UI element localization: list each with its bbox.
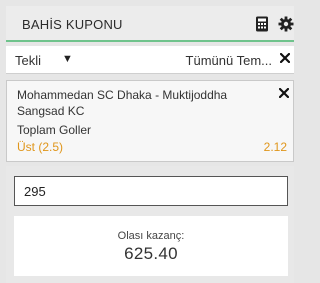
bet-type-row: Tekli ▼ Tümünü Tem...: [6, 46, 294, 74]
selection-odds: 2.12: [263, 140, 287, 154]
close-icon[interactable]: [280, 53, 290, 63]
calculator-icon[interactable]: [255, 16, 269, 32]
potential-win-label: Olası kazanç:: [117, 230, 185, 242]
selection-card: Mohammedan SC Dhaka - Muktijoddha Sangsa…: [6, 80, 294, 162]
match-name: Mohammedan SC Dhaka - Muktijoddha Sangsa…: [17, 88, 228, 118]
stake-area: Olası kazanç: 625.40: [6, 166, 294, 283]
remove-selection-icon[interactable]: [279, 88, 289, 98]
remove-all-button[interactable]: Tümünü Tem...: [186, 53, 272, 68]
betslip-header: BAHİS KUPONU: [6, 6, 294, 42]
potential-win-value: 625.40: [124, 244, 178, 263]
selection-pick: Üst (2.5): [17, 140, 64, 154]
gear-icon[interactable]: [278, 16, 294, 32]
stake-input[interactable]: [14, 176, 288, 206]
bet-type-select[interactable]: Tekli: [15, 53, 41, 68]
caret-down-icon[interactable]: ▼: [62, 53, 73, 65]
market-name: Toplam Goller: [17, 123, 92, 137]
potential-win-box: Olası kazanç: 625.40: [14, 216, 288, 276]
betslip-title: BAHİS KUPONU: [22, 17, 123, 32]
